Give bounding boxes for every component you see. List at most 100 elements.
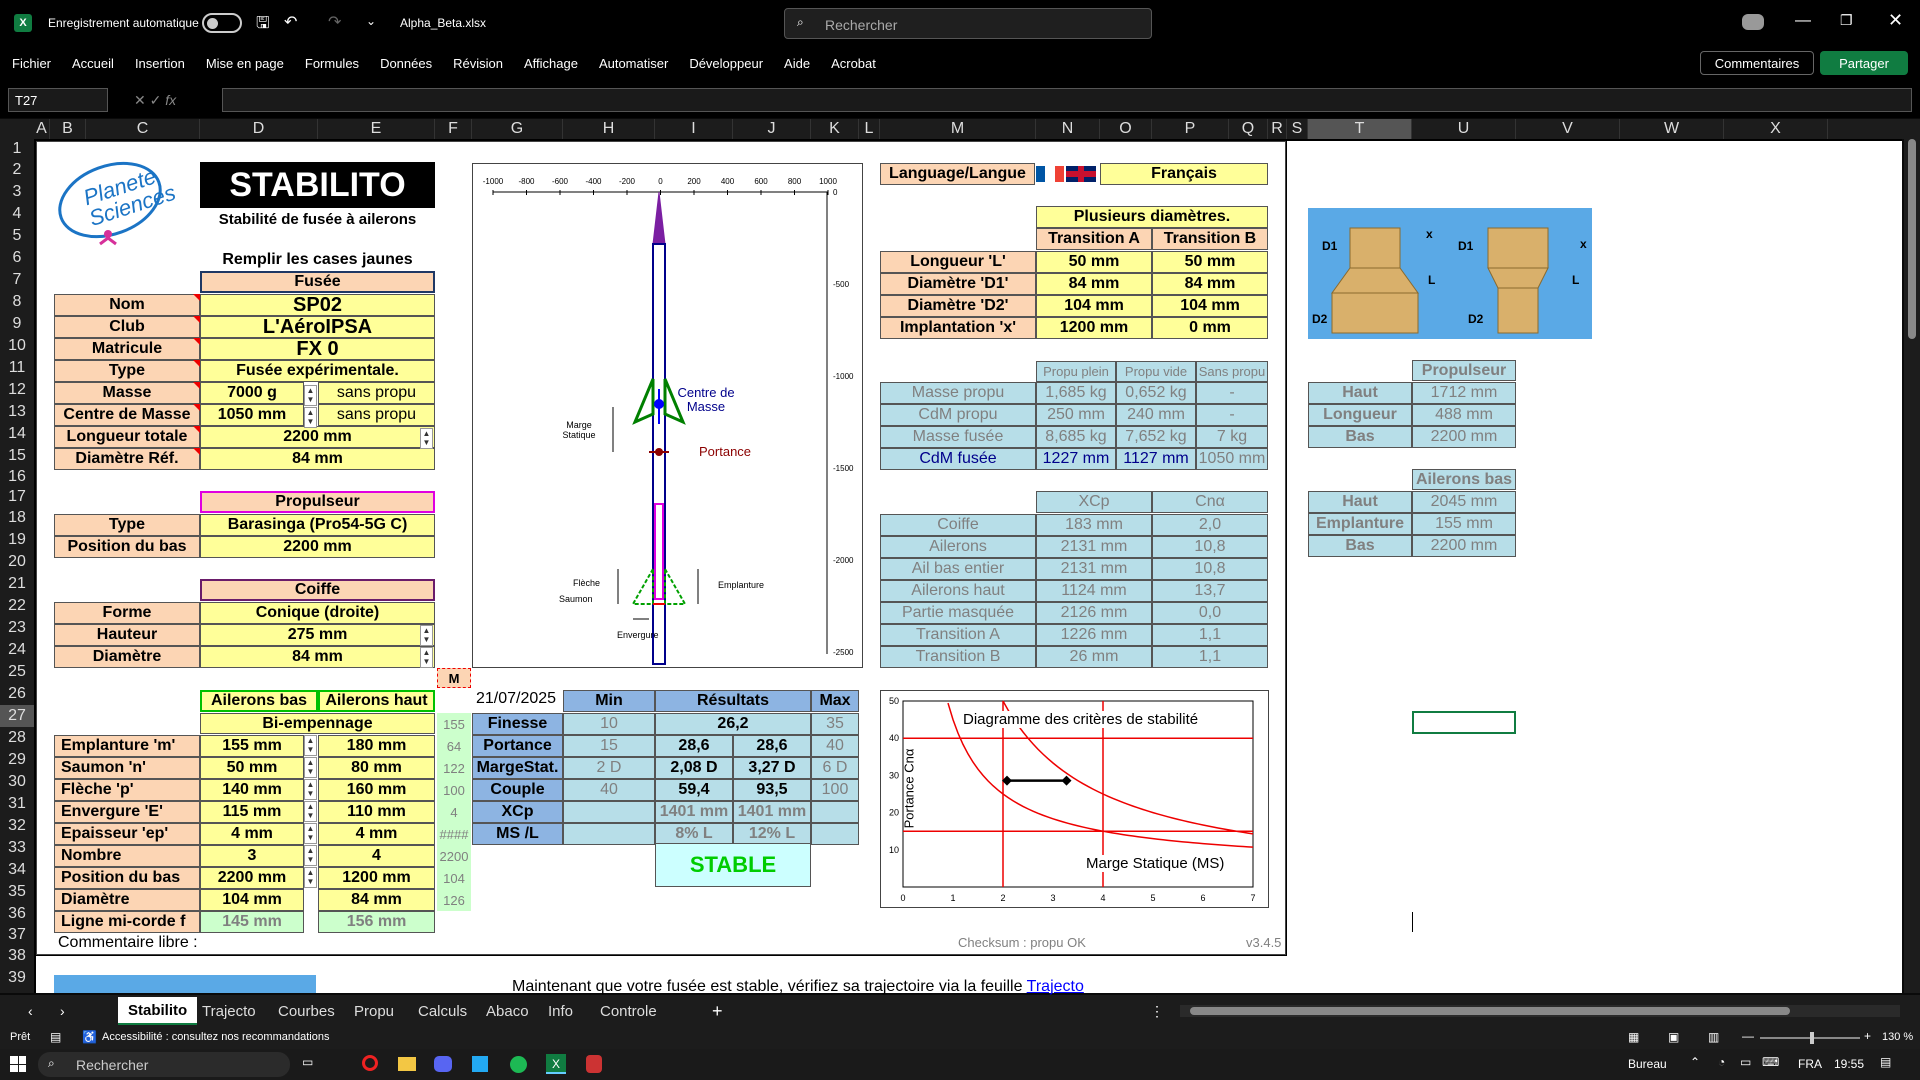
- tab-options-icon[interactable]: ⋮: [1150, 1003, 1164, 1020]
- row-header-19[interactable]: 19: [0, 529, 34, 551]
- col-header-L[interactable]: L: [859, 119, 880, 139]
- row-header-36[interactable]: 36: [0, 903, 34, 925]
- ailerons-bas-value-6[interactable]: 2200 mm: [200, 867, 304, 889]
- row-header-4[interactable]: 4: [0, 203, 34, 225]
- row-header-37[interactable]: 37: [0, 925, 34, 945]
- m-button[interactable]: M: [437, 668, 471, 688]
- ailerons-bas-value-7[interactable]: 104 mm: [200, 889, 304, 911]
- selected-cell-t27[interactable]: [1412, 711, 1516, 734]
- fusee-value-6[interactable]: 2200 mm: [200, 426, 435, 448]
- redo-icon[interactable]: ↷: [328, 12, 341, 32]
- fusee-value-1[interactable]: L'AéroIPSA: [200, 316, 435, 338]
- diam-a-3[interactable]: 1200 mm: [1036, 317, 1152, 339]
- clock[interactable]: 19:55: [1834, 1057, 1864, 1071]
- col-header-X[interactable]: X: [1724, 119, 1828, 139]
- excel-taskbar-icon[interactable]: X: [546, 1054, 566, 1074]
- save-icon[interactable]: 🖫: [256, 12, 270, 39]
- horizontal-scrollbar[interactable]: [1180, 1005, 1900, 1017]
- row-header-28[interactable]: 28: [0, 727, 34, 749]
- hauteur-spinner[interactable]: ▲ ▼: [420, 625, 433, 646]
- ailerons-haut-value-4[interactable]: 4 mm: [318, 823, 435, 845]
- col-header-E[interactable]: E: [318, 119, 435, 139]
- col-header-K[interactable]: K: [811, 119, 859, 139]
- col-header-U[interactable]: U: [1412, 119, 1516, 139]
- language-indicator[interactable]: FRA: [1798, 1057, 1822, 1071]
- tab-courbes[interactable]: Courbes: [268, 997, 345, 1025]
- row-header-29[interactable]: 29: [0, 749, 34, 771]
- zoom-out-icon[interactable]: —: [1742, 1029, 1754, 1043]
- page-break-icon[interactable]: ▥: [1708, 1030, 1719, 1044]
- wifi-icon[interactable]: ◔: [1718, 1055, 1725, 1069]
- menu-10[interactable]: Aide: [784, 56, 810, 71]
- ailerons-haut-value-5[interactable]: 4: [318, 845, 435, 867]
- diam-a-0[interactable]: 50 mm: [1036, 251, 1152, 273]
- share-button[interactable]: Partager: [1820, 51, 1908, 75]
- coiffe-value-2[interactable]: 84 mm: [200, 646, 435, 668]
- bureau-label[interactable]: Bureau: [1628, 1057, 1667, 1071]
- ailerons-spinner-3[interactable]: ▲ ▼: [304, 801, 317, 822]
- diam-a-2[interactable]: 104 mm: [1036, 295, 1152, 317]
- taskbar-search[interactable]: ⌕ Rechercher: [38, 1052, 290, 1077]
- trajecto-link[interactable]: Trajecto: [1027, 978, 1084, 995]
- fusee-value-7[interactable]: 84 mm: [200, 448, 435, 470]
- ailerons-haut-value-3[interactable]: 110 mm: [318, 801, 435, 823]
- ailerons-haut-value-0[interactable]: 180 mm: [318, 735, 435, 757]
- col-header-F[interactable]: F: [435, 119, 472, 139]
- macro-icon[interactable]: ▤: [50, 1030, 61, 1044]
- opera-icon[interactable]: [362, 1055, 378, 1071]
- row-header-33[interactable]: 33: [0, 837, 34, 859]
- fusee-value-3[interactable]: Fusée expérimentale.: [200, 360, 435, 382]
- diametre-spinner[interactable]: ▲ ▼: [420, 647, 433, 668]
- zoom-slider[interactable]: [1760, 1032, 1860, 1044]
- menu-3[interactable]: Mise en page: [206, 56, 284, 71]
- col-header-O[interactable]: O: [1100, 119, 1152, 139]
- zoom-in-icon[interactable]: +: [1864, 1029, 1871, 1043]
- row-header-23[interactable]: 23: [0, 617, 34, 639]
- undo-icon[interactable]: ↶: [284, 12, 297, 32]
- comments-button[interactable]: Commentaires: [1700, 51, 1814, 75]
- row-header-27[interactable]: 27: [0, 705, 34, 727]
- ailerons-bas-value-1[interactable]: 50 mm: [200, 757, 304, 779]
- col-header-A[interactable]: A: [34, 119, 50, 139]
- tab-abaco[interactable]: Abaco: [476, 997, 539, 1025]
- ailerons-spinner-1[interactable]: ▲ ▼: [304, 757, 317, 778]
- zoom-level[interactable]: 130 %: [1882, 1031, 1913, 1043]
- masse-spinner[interactable]: ▲ ▼: [304, 385, 317, 406]
- vertical-scrollbar[interactable]: [1904, 119, 1920, 993]
- col-header-I[interactable]: I: [655, 119, 733, 139]
- task-view-icon[interactable]: ▭: [302, 1055, 313, 1069]
- col-header-D[interactable]: D: [200, 119, 318, 139]
- menu-9[interactable]: Développeur: [689, 56, 763, 71]
- tab-propu[interactable]: Propu: [344, 997, 404, 1025]
- row-header-39[interactable]: 39: [0, 967, 34, 989]
- name-box[interactable]: T27: [8, 88, 108, 112]
- menu-8[interactable]: Automatiser: [599, 56, 668, 71]
- menu-5[interactable]: Données: [380, 56, 432, 71]
- row-header-12[interactable]: 12: [0, 379, 34, 401]
- row-header-17[interactable]: 17: [0, 487, 34, 507]
- menu-4[interactable]: Formules: [305, 56, 359, 71]
- tab-stabilito[interactable]: Stabilito: [118, 997, 198, 1025]
- row-header-22[interactable]: 22: [0, 595, 34, 617]
- close-icon[interactable]: ✕: [1888, 10, 1903, 31]
- prev-sheet-icon[interactable]: ‹: [28, 1003, 33, 1019]
- propulseur-value-0[interactable]: Barasinga (Pro54-5G C): [200, 514, 435, 536]
- coiffe-value-1[interactable]: 275 mm: [200, 624, 435, 646]
- menu-6[interactable]: Révision: [453, 56, 503, 71]
- filename[interactable]: Alpha_Beta.xlsx: [400, 16, 486, 30]
- row-header-3[interactable]: 3: [0, 181, 34, 203]
- next-sheet-icon[interactable]: ›: [60, 1003, 65, 1019]
- spotify-icon[interactable]: [510, 1056, 527, 1073]
- col-header-P[interactable]: P: [1152, 119, 1229, 139]
- fusee-value-4[interactable]: 7000 g: [200, 382, 304, 404]
- row-header-13[interactable]: 13: [0, 401, 34, 423]
- col-header-J[interactable]: J: [733, 119, 811, 139]
- row-header-2[interactable]: 2: [0, 159, 34, 181]
- menu-11[interactable]: Acrobat: [831, 56, 876, 71]
- ailerons-spinner-2[interactable]: ▲ ▼: [304, 779, 317, 800]
- col-header-Q[interactable]: Q: [1229, 119, 1268, 139]
- row-header-21[interactable]: 21: [0, 573, 34, 595]
- formula-input[interactable]: [222, 88, 1912, 112]
- add-sheet-icon[interactable]: +: [712, 1001, 723, 1022]
- profile-icon[interactable]: [1742, 14, 1764, 30]
